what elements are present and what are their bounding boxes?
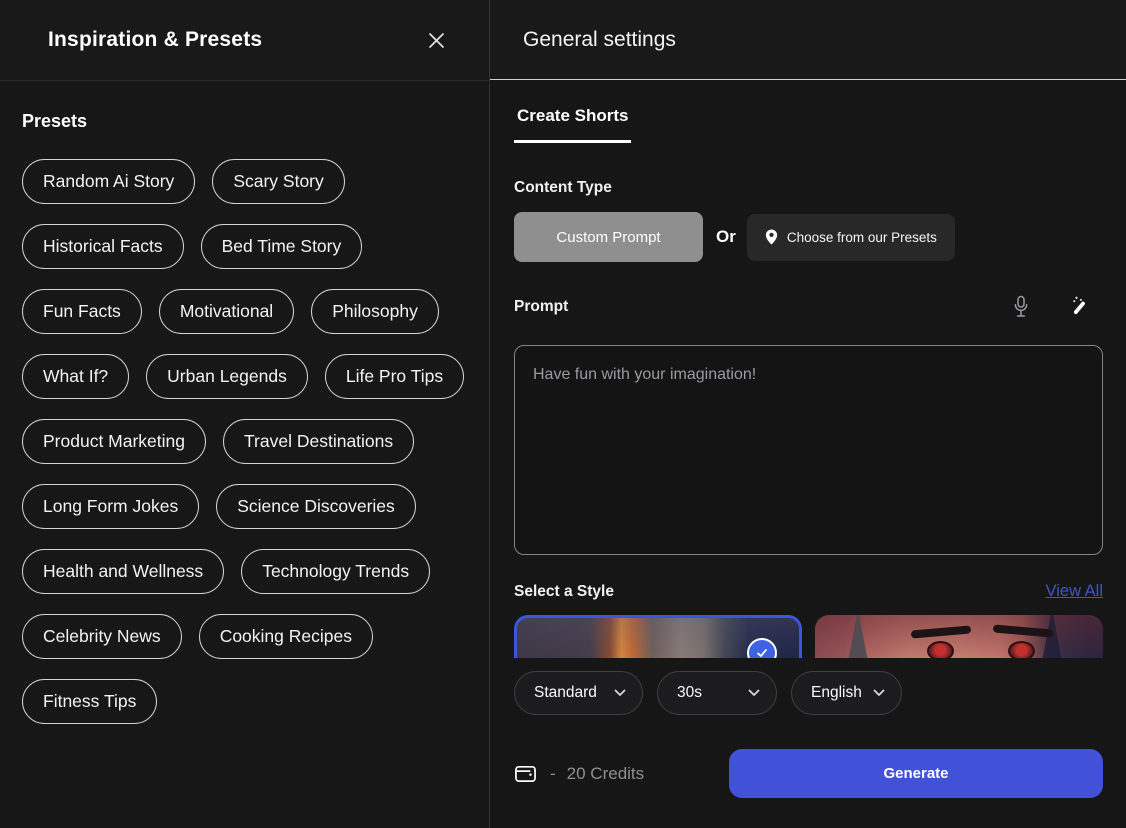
preset-pill-science-discoveries[interactable]: Science Discoveries xyxy=(216,484,416,529)
character-eye xyxy=(1008,641,1035,658)
preset-row: Random Ai Story Scary Story xyxy=(22,159,467,204)
preset-row: Celebrity News Cooking Recipes xyxy=(22,614,467,659)
close-icon[interactable] xyxy=(424,28,449,53)
or-label: Or xyxy=(716,227,736,247)
content-type-label: Content Type xyxy=(514,179,1103,197)
character-eyebrow xyxy=(993,624,1053,637)
presets-heading: Presets xyxy=(22,111,467,132)
view-all-link[interactable]: View All xyxy=(1046,582,1103,601)
duration-dropdown[interactable]: 30s xyxy=(657,671,777,715)
preset-pill-historical-facts[interactable]: Historical Facts xyxy=(22,224,184,269)
preset-pill-fun-facts[interactable]: Fun Facts xyxy=(22,289,142,334)
presets-body: Presets Random Ai Story Scary Story Histor… xyxy=(0,81,489,744)
preset-list: Random Ai Story Scary Story Historical Fac… xyxy=(22,159,467,724)
preset-pill-motivational[interactable]: Motivational xyxy=(159,289,294,334)
chevron-down-icon xyxy=(748,684,760,702)
duration-value: 30s xyxy=(677,684,702,702)
inspiration-presets-panel: Inspiration & Presets Presets Random Ai … xyxy=(0,0,490,828)
magic-wand-icon[interactable] xyxy=(1069,296,1089,318)
preset-pill-bed-time-story[interactable]: Bed Time Story xyxy=(201,224,363,269)
credits-count: 20 Credits xyxy=(567,764,644,784)
generation-footer: - 20 Credits Generate xyxy=(514,749,1103,798)
preset-pill-philosophy[interactable]: Philosophy xyxy=(311,289,439,334)
choose-presets-button[interactable]: Choose from our Presets xyxy=(747,214,955,261)
preset-pill-long-form-jokes[interactable]: Long Form Jokes xyxy=(22,484,199,529)
selected-badge-icon xyxy=(747,638,777,658)
preset-row: Fitness Tips xyxy=(22,679,467,724)
prompt-header-row: Prompt xyxy=(514,295,1103,319)
preset-row: Health and Wellness Technology Trends xyxy=(22,549,467,594)
general-settings-header: General settings xyxy=(490,0,1126,80)
style-option-comic[interactable] xyxy=(815,615,1103,658)
tab-bar: Create Shorts xyxy=(514,106,1103,143)
chevron-down-icon xyxy=(614,684,626,702)
preset-pill-celebrity-news[interactable]: Celebrity News xyxy=(22,614,182,659)
preset-row: What If? Urban Legends Life Pro Tips xyxy=(22,354,467,399)
microphone-icon[interactable] xyxy=(1012,295,1030,319)
character-eyebrow xyxy=(911,625,971,638)
chevron-down-icon xyxy=(873,684,885,702)
prompt-label: Prompt xyxy=(514,298,568,316)
preset-pill-travel-destinations[interactable]: Travel Destinations xyxy=(223,419,414,464)
preset-pill-what-if[interactable]: What If? xyxy=(22,354,129,399)
settings-body: Create Shorts Content Type Custom Prompt… xyxy=(490,80,1126,828)
credits-dash: - xyxy=(550,764,556,784)
select-style-label: Select a Style xyxy=(514,583,614,601)
preset-pill-scary-story[interactable]: Scary Story xyxy=(212,159,344,204)
style-carousel xyxy=(514,615,1103,658)
preset-row: Product Marketing Travel Destinations xyxy=(22,419,467,464)
custom-prompt-button[interactable]: Custom Prompt xyxy=(514,212,703,262)
tab-create-shorts[interactable]: Create Shorts xyxy=(514,106,631,143)
preset-row: Fun Facts Motivational Philosophy xyxy=(22,289,467,334)
preset-pill-cooking-recipes[interactable]: Cooking Recipes xyxy=(199,614,373,659)
preset-row: Historical Facts Bed Time Story xyxy=(22,224,467,269)
style-option-realistic-selected[interactable] xyxy=(514,615,802,658)
character-eye xyxy=(927,641,954,658)
app-root: Inspiration & Presets Presets Random Ai … xyxy=(0,0,1126,828)
general-settings-panel: General settings Create Shorts Content T… xyxy=(490,0,1126,828)
tree-silhouette xyxy=(841,615,875,658)
preset-pill-product-marketing[interactable]: Product Marketing xyxy=(22,419,206,464)
credits-display: - 20 Credits xyxy=(514,763,644,784)
preset-pill-fitness-tips[interactable]: Fitness Tips xyxy=(22,679,157,724)
preset-row: Long Form Jokes Science Discoveries xyxy=(22,484,467,529)
generate-button[interactable]: Generate xyxy=(729,749,1103,798)
preset-pill-technology-trends[interactable]: Technology Trends xyxy=(241,549,430,594)
quality-value: Standard xyxy=(534,684,597,702)
style-header-row: Select a Style View All xyxy=(514,582,1103,601)
content-type-toggle: Custom Prompt Or Choose from our Presets xyxy=(514,212,1103,262)
generation-options-row: Standard 30s English xyxy=(514,671,1103,715)
inspiration-presets-header: Inspiration & Presets xyxy=(0,0,489,81)
preset-pill-life-pro-tips[interactable]: Life Pro Tips xyxy=(325,354,464,399)
quality-dropdown[interactable]: Standard xyxy=(514,671,643,715)
preset-pill-random-ai-story[interactable]: Random Ai Story xyxy=(22,159,195,204)
panel-title: Inspiration & Presets xyxy=(48,28,262,52)
language-dropdown[interactable]: English xyxy=(791,671,902,715)
settings-title: General settings xyxy=(523,28,676,52)
preset-pill-urban-legends[interactable]: Urban Legends xyxy=(146,354,308,399)
location-pin-icon xyxy=(765,229,778,245)
choose-presets-label: Choose from our Presets xyxy=(787,230,937,245)
language-value: English xyxy=(811,684,862,702)
wallet-icon xyxy=(514,763,537,784)
prompt-tools xyxy=(1012,295,1089,319)
prompt-input[interactable] xyxy=(514,345,1103,555)
preset-pill-health-and-wellness[interactable]: Health and Wellness xyxy=(22,549,224,594)
